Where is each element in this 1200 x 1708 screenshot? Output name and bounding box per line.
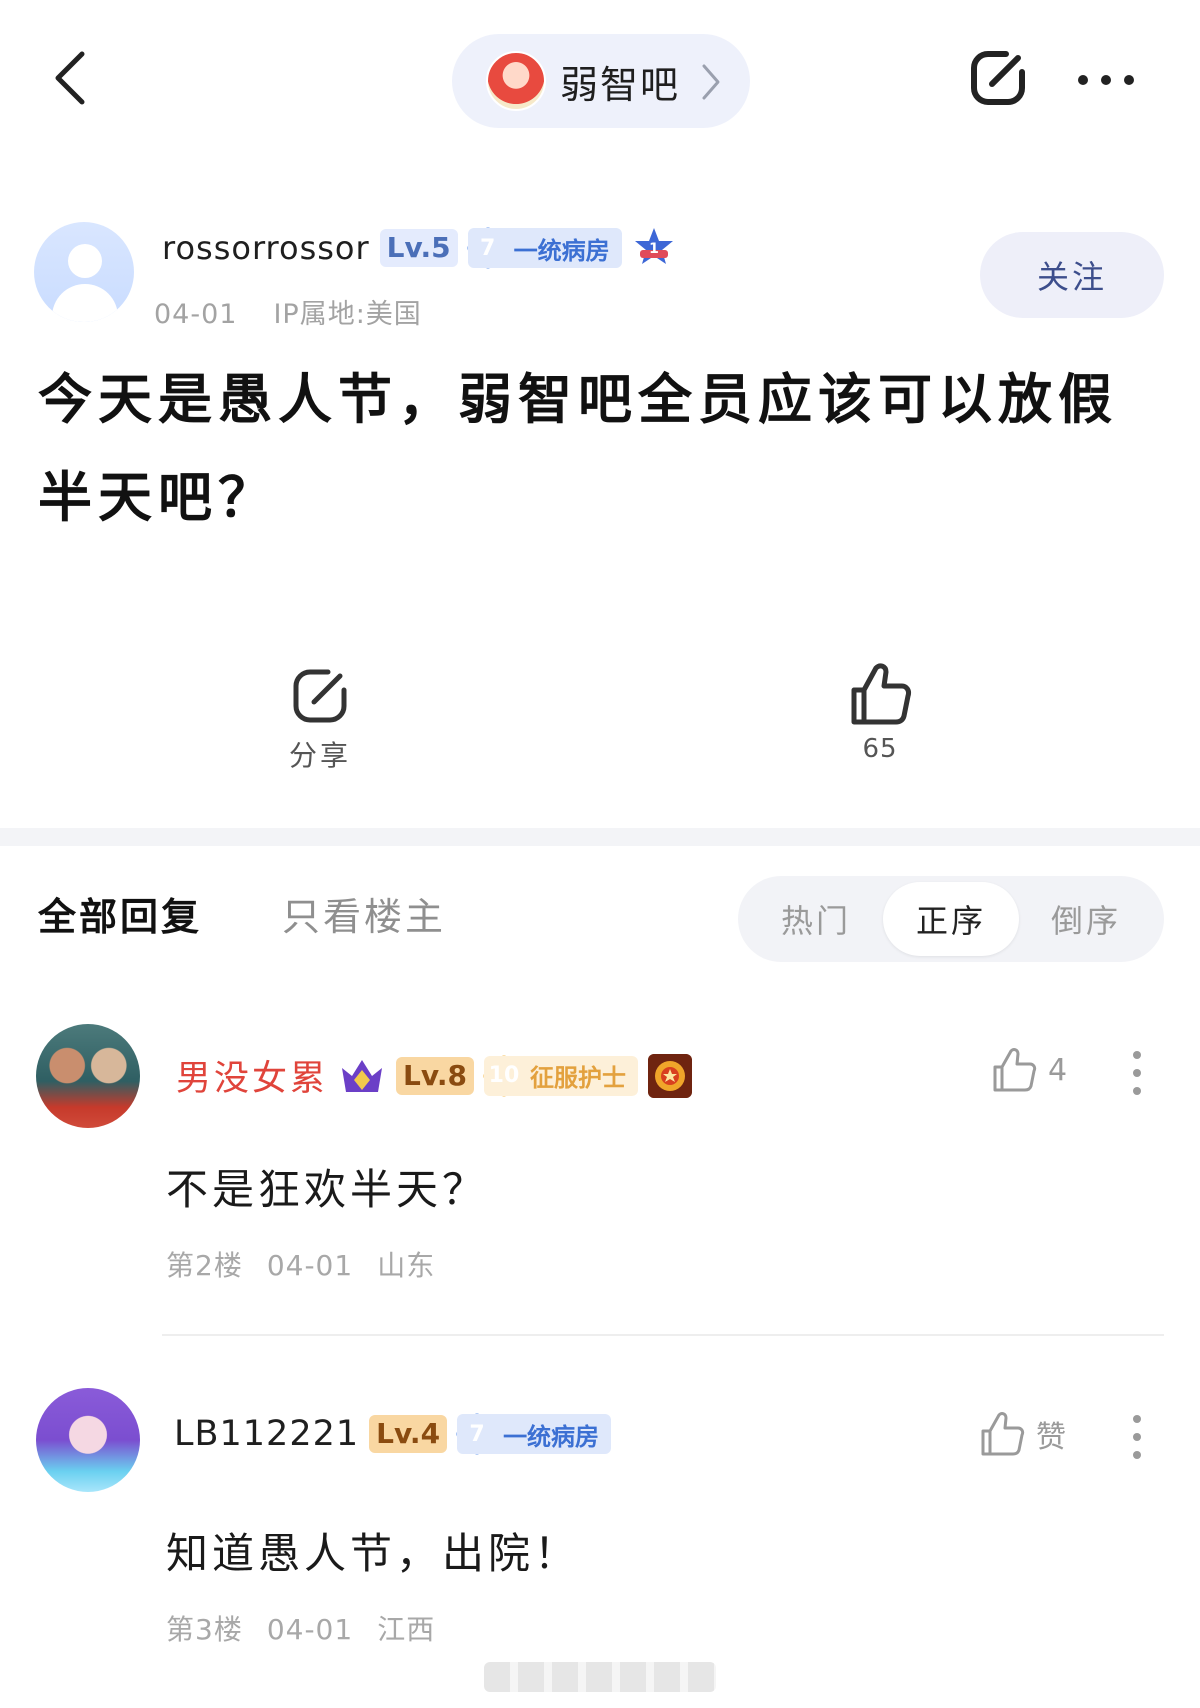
reply-like[interactable]: 赞 — [978, 1410, 1066, 1458]
reply-location: 江西 — [377, 1613, 436, 1646]
reply-floor: 第3楼 — [166, 1613, 243, 1646]
reply-avatar[interactable] — [36, 1388, 140, 1492]
forum-name: 弱智吧 — [560, 63, 681, 107]
reply-avatar[interactable] — [36, 1024, 140, 1128]
reply-username[interactable]: LB112221 — [174, 1414, 359, 1454]
rank-number: 7 — [468, 228, 508, 268]
section-divider — [0, 828, 1200, 846]
rank-tag: 10 征服护士 — [483, 1055, 638, 1096]
level-badge: Lv.8 — [396, 1056, 474, 1095]
rank-title: 征服护士 — [529, 1063, 626, 1092]
more-icon[interactable] — [1076, 72, 1136, 86]
rank-tag: 7 一统病房 — [467, 228, 622, 268]
rank-number: 10 — [484, 1056, 524, 1096]
reply-meta: 第3楼 04-01 江西 — [166, 1608, 459, 1648]
sort-hot[interactable]: 热门 — [748, 882, 884, 956]
reply-text: 知道愚人节，出院！ — [166, 1529, 581, 1578]
reply-author-row: 男没女累 Lv.8 10 征服护士 — [176, 1050, 692, 1101]
author-avatar[interactable] — [34, 222, 134, 322]
chevron-right-icon — [702, 64, 720, 100]
reply-divider — [162, 1334, 1164, 1336]
reply-meta: 第2楼 04-01 山东 — [166, 1244, 459, 1284]
rank-title: 一统病房 — [513, 235, 610, 265]
share-icon — [293, 669, 347, 723]
rank-tag: 7 一统病房 — [457, 1414, 612, 1454]
reply-date: 04-01 — [266, 1613, 354, 1646]
reply-author-row: LB112221 Lv.4 7 一统病房 — [174, 1414, 612, 1454]
sort-asc[interactable]: 正序 — [883, 882, 1019, 956]
post-ip: IP属地:美国 — [273, 299, 422, 330]
sort-desc[interactable]: 倒序 — [1018, 882, 1154, 956]
reply-location: 山东 — [377, 1249, 436, 1282]
back-icon[interactable] — [52, 50, 88, 106]
rank-title: 一统病房 — [503, 1421, 600, 1451]
like-action[interactable]: 65 — [840, 660, 920, 764]
level-badge: Lv.5 — [379, 229, 458, 267]
reply-like[interactable]: 4 — [990, 1046, 1067, 1094]
like-count: 65 — [862, 734, 898, 764]
thumbs-up-icon — [851, 663, 911, 725]
reply-more-icon[interactable] — [1132, 1050, 1142, 1096]
reply-floor: 第2楼 — [166, 1249, 243, 1282]
reply-like-count: 4 — [1048, 1052, 1068, 1088]
reply-text: 不是狂欢半天？ — [166, 1165, 489, 1214]
star-badge-icon: 1 — [634, 228, 673, 264]
forum-pill[interactable]: 弱智吧 — [452, 34, 750, 128]
author-info: rossorrossor Lv.5 7 一统病房 1 — [162, 226, 676, 270]
sort-toggle: 热门 正序 倒序 — [738, 876, 1164, 962]
forum-avatar — [486, 51, 546, 111]
star-badge-number: 1 — [649, 241, 659, 257]
post-date: 04-01 — [154, 299, 238, 330]
post-meta: 04-01 IP属地:美国 — [154, 292, 458, 331]
post-title: 今天是愚人节，弱智吧全员应该可以放假半天吧？ — [38, 367, 1118, 529]
reply-like-label: 赞 — [1036, 1420, 1066, 1455]
follow-button[interactable]: 关注 — [980, 232, 1164, 318]
rank-number: 7 — [457, 1414, 497, 1454]
share-icon[interactable] — [966, 46, 1030, 110]
medal-icon — [647, 1053, 692, 1098]
watermark-bar — [484, 1662, 716, 1692]
author-name[interactable]: rossorrossor — [162, 229, 370, 267]
reply-username[interactable]: 男没女累 — [176, 1050, 328, 1101]
reply-date: 04-01 — [266, 1249, 354, 1282]
share-label: 分享 — [288, 739, 351, 772]
share-action[interactable]: 分享 — [280, 664, 360, 774]
level-badge: Lv.4 — [369, 1415, 448, 1453]
reply-more-icon[interactable] — [1132, 1414, 1142, 1460]
tab-all-replies[interactable]: 全部回复 — [38, 886, 202, 941]
thumbs-up-icon — [981, 1412, 1025, 1456]
crown-icon — [342, 1059, 383, 1092]
tab-op-only[interactable]: 只看楼主 — [282, 886, 446, 941]
thumbs-up-icon — [993, 1048, 1037, 1092]
